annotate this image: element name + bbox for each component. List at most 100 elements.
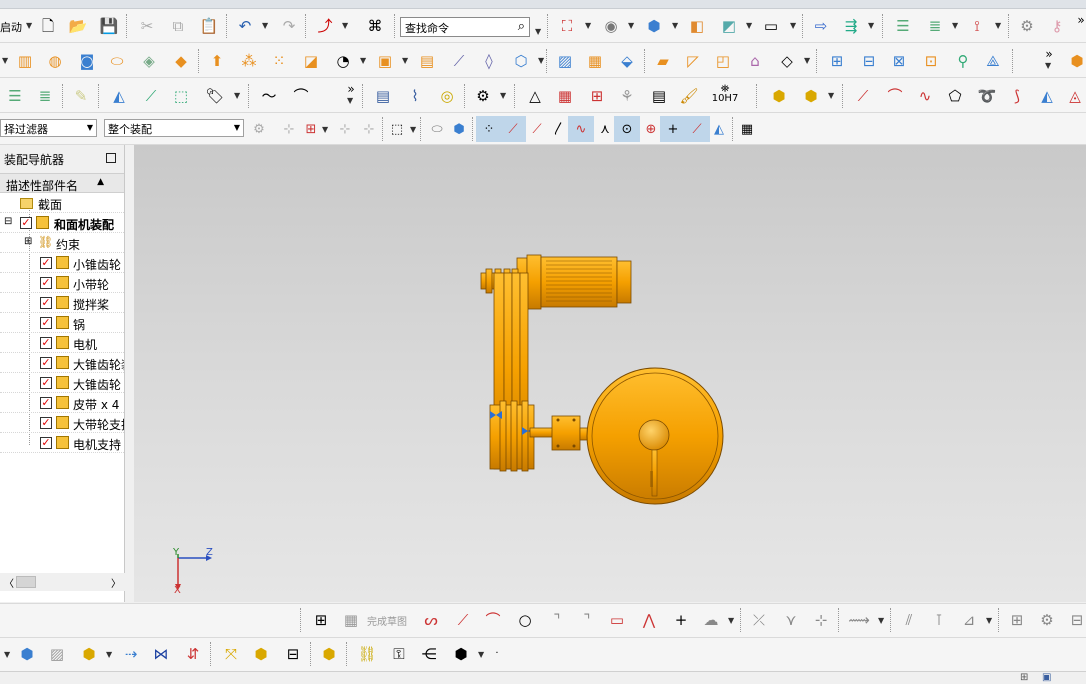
snap-settings-icon[interactable]: ▦ <box>734 116 760 142</box>
background-icon[interactable]: ▭ <box>758 13 784 39</box>
link-icon[interactable]: ⬢ <box>316 641 342 667</box>
component-placeholder-icon[interactable]: ⬢ <box>1064 48 1086 74</box>
constraints-assembly-icon[interactable]: ⋈ <box>148 641 174 667</box>
sketch-icon[interactable]: ⊞ <box>308 607 334 633</box>
brush-icon[interactable]: 🖌 <box>676 83 702 109</box>
geometric-constraint-icon[interactable]: ⊞ <box>1004 607 1030 633</box>
washer-icon[interactable]: ◎ <box>434 83 460 109</box>
graphics-viewport[interactable]: Y Z X <box>134 145 1086 602</box>
fastener-icon[interactable]: ⚙ <box>1014 13 1040 39</box>
snap-arc-center-icon[interactable]: ∿ <box>568 116 594 142</box>
studio-surface-icon[interactable]: ◇ <box>774 48 800 74</box>
visibility-checkbox[interactable]: ✓ <box>40 257 52 269</box>
start-menu[interactable]: 启动 <box>0 19 22 35</box>
new-component-icon[interactable]: ⬢ <box>76 641 102 667</box>
view-orient-icon[interactable]: ◩ <box>716 13 742 39</box>
arc-tool-icon[interactable]: ⌒ <box>480 607 506 633</box>
splitter[interactable] <box>125 145 134 602</box>
assembly-sequence-icon[interactable]: ⚷ <box>1044 13 1070 39</box>
start-dropdown-icon[interactable]: ▼ <box>26 21 32 30</box>
visibility-checkbox[interactable]: ✓ <box>40 437 52 449</box>
pad-icon[interactable]: ◆ <box>168 48 194 74</box>
expand-icon[interactable]: ⊞ <box>24 236 32 247</box>
shell-icon[interactable]: ◊ <box>476 48 502 74</box>
polygon-icon[interactable]: ⬠ <box>942 83 968 109</box>
layer-copy-icon[interactable]: ≣ <box>32 83 58 109</box>
sequence-icon[interactable]: ⬢ <box>248 641 274 667</box>
scope-filter-select[interactable]: 整个装配 ▼ <box>104 119 244 137</box>
bom-icon[interactable]: ⋲ <box>416 641 442 667</box>
mirror-assembly-icon[interactable]: ⇢ <box>118 641 144 667</box>
line-curve-icon[interactable]: 〜 <box>256 83 282 109</box>
line-tool-icon[interactable]: ⟋ <box>450 607 476 633</box>
profile-icon[interactable]: ᔕ <box>418 607 444 633</box>
tree-item-component[interactable]: ✓ 大锥齿轮装 <box>0 353 124 373</box>
select-component-icon[interactable]: ⊹ <box>356 116 382 142</box>
chamfer-tool-icon[interactable]: ⌝ <box>574 607 600 633</box>
rectangle-select-icon[interactable]: ⬚ <box>384 116 410 142</box>
tree-item-component[interactable]: ✓ 搅拌桨 <box>0 293 124 313</box>
wcs-icon[interactable]: ⤴ <box>312 13 338 39</box>
subtract-icon[interactable]: ◪ <box>298 48 324 74</box>
window-icon[interactable]: ▣ <box>1042 672 1051 683</box>
scroll-right-icon[interactable]: 〉 <box>111 575 121 590</box>
datum-csys-icon[interactable]: ⬚ <box>168 83 194 109</box>
tree-item-component[interactable]: ✓ 皮带 x 4 <box>0 393 124 413</box>
thread-icon[interactable]: ▤ <box>370 83 396 109</box>
arrangement-icon[interactable]: ⚿ <box>386 641 412 667</box>
offset-icon[interactable]: ⟿ <box>846 607 872 633</box>
snap-bounded-icon[interactable]: + <box>660 116 686 142</box>
finish-sketch-label[interactable]: 完成草图 <box>367 613 407 628</box>
check-clearance-icon[interactable]: ⛓ <box>354 641 380 667</box>
wave-link-icon[interactable]: ⬢ <box>798 83 824 109</box>
table-icon[interactable]: ▦ <box>552 83 578 109</box>
snap-endpoint-icon[interactable]: ⁘ <box>476 116 502 142</box>
search-icon[interactable]: ⌕ <box>518 19 525 34</box>
pattern-feature-icon[interactable]: ⁂ <box>236 48 262 74</box>
dimension-icon[interactable]: ⊿ <box>956 607 982 633</box>
pmi-icon[interactable]: ⚘ <box>614 83 640 109</box>
gear-housing[interactable] <box>529 415 589 451</box>
hole-icon[interactable]: ◙ <box>74 48 100 74</box>
project-curve-icon[interactable]: ◬ <box>1062 83 1086 109</box>
mixing-bowl[interactable] <box>586 367 724 505</box>
visibility-checkbox[interactable]: ✓ <box>40 337 52 349</box>
shaded-cube-icon[interactable]: ⬢ <box>641 13 667 39</box>
bridge-curve-icon[interactable]: ◭ <box>1034 83 1060 109</box>
chamfer-icon[interactable]: ▣ <box>372 48 398 74</box>
visibility-checkbox[interactable]: ✓ <box>20 217 32 229</box>
datum-plane-icon[interactable]: ◭ <box>106 83 132 109</box>
display-icon[interactable]: ⊞ <box>1020 672 1028 683</box>
layer-settings-icon[interactable]: ≣ <box>922 13 948 39</box>
tolerance-icon[interactable]: ⛯ 10H7 <box>712 80 739 106</box>
blend-icon[interactable]: ◔ <box>330 48 356 74</box>
ruled-surface-icon[interactable]: ◰ <box>710 48 736 74</box>
maximize-icon[interactable] <box>106 153 116 163</box>
redo-icon[interactable]: ↷ <box>276 13 302 39</box>
horizontal-scrollbar[interactable]: 〈 〉 <box>0 573 125 591</box>
reuse-library-icon[interactable]: ⬢ <box>448 641 474 667</box>
point-tool-icon[interactable]: + <box>668 607 694 633</box>
move-assembly-icon[interactable]: ⇵ <box>180 641 206 667</box>
arc-curve-icon[interactable]: ⌒ <box>882 83 908 109</box>
sew-icon[interactable]: ⊞ <box>824 48 850 74</box>
split-body-icon[interactable]: ▨ <box>552 48 578 74</box>
tree-item-constraints[interactable]: ⊞ ⛓ 约束 <box>0 233 124 253</box>
trim-body-icon[interactable]: ⬡ <box>508 48 534 74</box>
select-feature-icon[interactable]: ⊹ <box>332 116 358 142</box>
collapse-icon[interactable]: ⊟ <box>4 216 12 227</box>
scroll-left-icon[interactable]: 〈 <box>4 575 14 590</box>
note-icon[interactable]: ▤ <box>646 83 672 109</box>
trim-sheet-icon[interactable]: ⟁ <box>980 48 1006 74</box>
tree-item-component[interactable]: ✓ 大锥齿轮 <box>0 373 124 393</box>
large-pulley[interactable] <box>489 400 535 472</box>
spline-icon[interactable]: ∿ <box>912 83 938 109</box>
visibility-checkbox[interactable]: ✓ <box>40 377 52 389</box>
unite-icon[interactable]: ⁙ <box>266 48 292 74</box>
fillet-tool-icon[interactable]: ⌝ <box>544 607 570 633</box>
display-constraints-icon[interactable]: ⚙ <box>1034 607 1060 633</box>
grid-icon[interactable]: ⊞ <box>584 83 610 109</box>
command-search-input[interactable]: 查找命令 ⌕ <box>400 17 530 37</box>
save-icon[interactable]: 💾 <box>96 13 122 39</box>
select-body-icon[interactable]: ⊞ <box>298 116 324 142</box>
